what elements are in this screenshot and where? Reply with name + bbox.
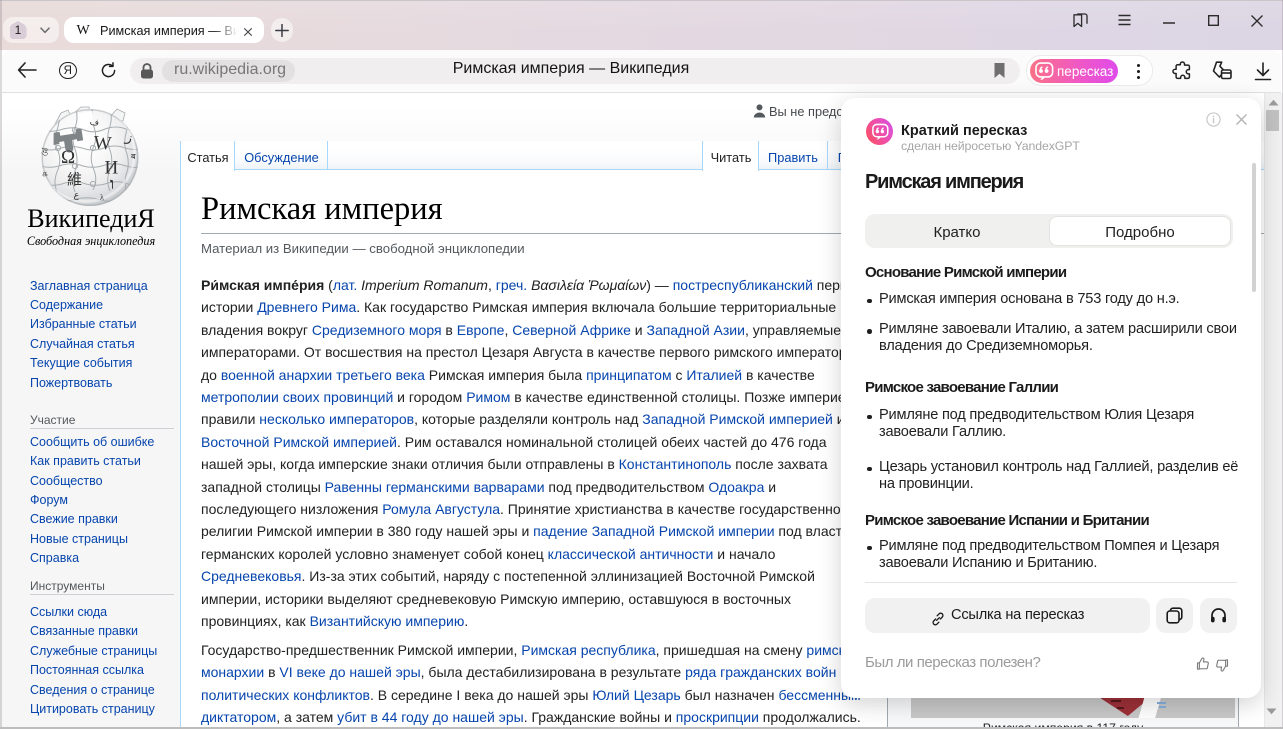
svg-text:ו: ו — [110, 176, 114, 193]
svg-text:維: 維 — [67, 172, 82, 189]
svg-text:W: W — [93, 132, 112, 154]
svg-text:ف: ف — [89, 116, 100, 127]
svg-text:Ω: Ω — [61, 147, 75, 168]
svg-text:λ: λ — [100, 193, 104, 202]
svg-text:ब: ब — [131, 152, 136, 161]
